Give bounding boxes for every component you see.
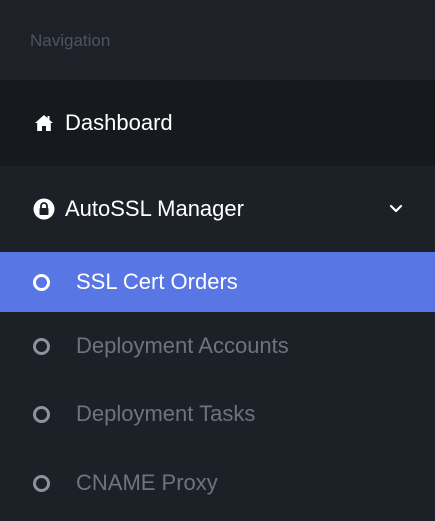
lock-icon: [33, 198, 55, 220]
circle-icon: [33, 273, 50, 291]
autossl-submenu: SSL Cert Orders Deployment Accounts Depl…: [0, 252, 435, 518]
submenu-item-label: Deployment Tasks: [76, 401, 256, 426]
circle-icon: [33, 474, 50, 492]
sidebar: Navigation Dashboard AutoSSL Manager SSL…: [0, 0, 435, 521]
submenu-item-ssl-cert-orders[interactable]: SSL Cert Orders: [0, 252, 435, 312]
sidebar-item-dashboard[interactable]: Dashboard: [0, 80, 435, 166]
submenu-item-label: Deployment Accounts: [76, 333, 289, 358]
circle-icon: [33, 337, 50, 355]
submenu-item-deployment-tasks[interactable]: Deployment Tasks: [0, 380, 435, 448]
submenu-item-label: SSL Cert Orders: [76, 269, 238, 294]
navigation-header: Navigation: [0, 0, 435, 80]
sidebar-item-autossl-manager[interactable]: AutoSSL Manager: [0, 166, 435, 252]
submenu-item-label: CNAME Proxy: [76, 470, 218, 495]
sidebar-item-label: AutoSSL Manager: [65, 196, 244, 221]
submenu-item-cname-proxy[interactable]: CNAME Proxy: [0, 448, 435, 518]
home-icon: [33, 112, 55, 134]
sidebar-item-label: Dashboard: [65, 110, 173, 135]
submenu-item-deployment-accounts[interactable]: Deployment Accounts: [0, 312, 435, 380]
chevron-down-icon: [389, 204, 403, 213]
circle-icon: [33, 405, 50, 423]
